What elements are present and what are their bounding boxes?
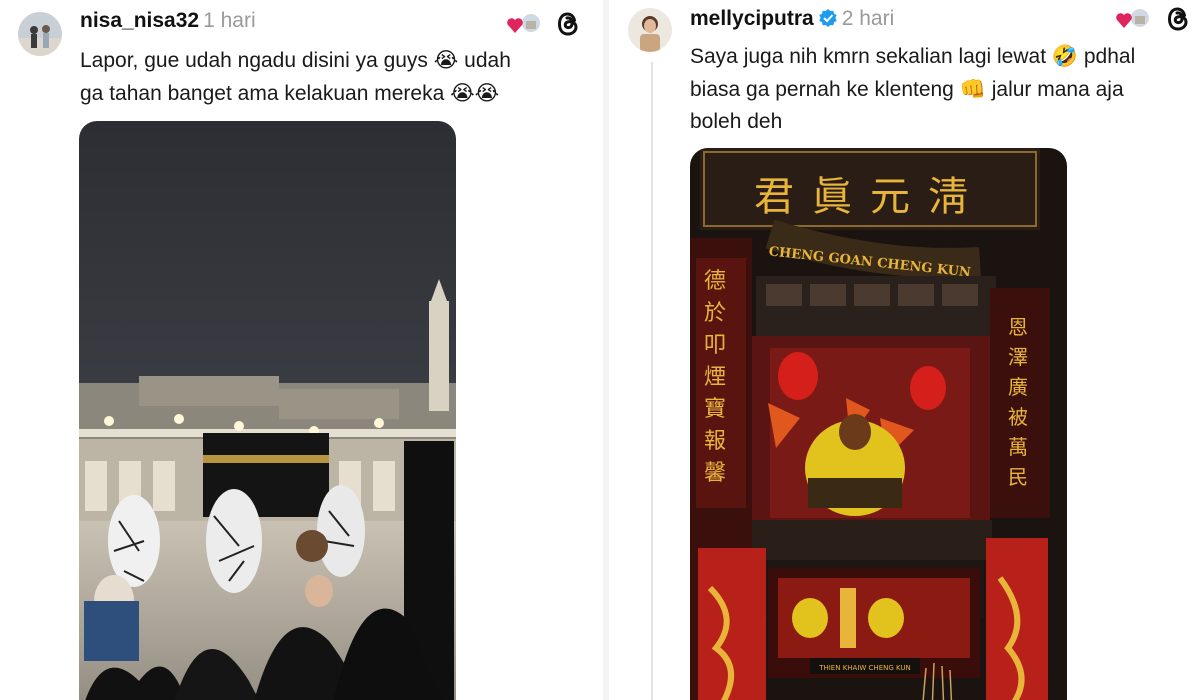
panel-divider [603, 0, 609, 700]
post-body: Lapor, gue udah ngadu disini ya guys 😭 u… [80, 44, 511, 110]
laughing-emoji: 🤣 [1051, 44, 1079, 68]
user-avatar[interactable] [628, 8, 672, 52]
post-photo-kaaba[interactable] [79, 121, 456, 700]
post-photo-temple[interactable]: 君眞元淸 CHENG GOAN CHENG KUN 德於叩煙 寶報馨 恩澤廣 被… [690, 148, 1067, 700]
post-text-line: boleh deh [690, 110, 783, 133]
threads-logo-icon[interactable] [1165, 5, 1191, 33]
svg-text:民: 民 [1008, 465, 1028, 489]
heart-reaction-icon [507, 12, 542, 34]
svg-text:寶: 寶 [704, 397, 726, 422]
user-avatar[interactable] [18, 12, 62, 56]
svg-text:澤: 澤 [1008, 345, 1028, 369]
svg-text:恩: 恩 [1008, 315, 1028, 339]
timestamp: 1 hari [203, 9, 256, 32]
svg-text:報: 報 [704, 429, 726, 454]
sob-emoji: 😭 [450, 81, 475, 105]
post-header: nisa_nisa32 1 hari [80, 9, 256, 33]
reaction-indicator[interactable] [1115, 6, 1153, 32]
post-text-line: ga tahan banget ama kelakuan mereka 😭😭 [80, 81, 500, 105]
fist-emoji: 👊 [959, 77, 986, 101]
username[interactable]: nisa_nisa32 [80, 9, 199, 32]
post-text-line: Saya juga nih kmrn sekalian lagi lewat 🤣… [690, 44, 1136, 68]
svg-text:於: 於 [704, 301, 726, 326]
verified-badge-icon [818, 8, 838, 34]
svg-text:叩: 叩 [704, 333, 726, 358]
post-body: Saya juga nih kmrn sekalian lagi lewat 🤣… [690, 40, 1135, 138]
sob-emoji: 😭 [474, 81, 500, 105]
svg-text:萬: 萬 [1008, 435, 1028, 459]
temple-hanzi-title: 君眞元淸 [754, 174, 986, 220]
svg-text:馨: 馨 [704, 461, 726, 486]
svg-text:煙: 煙 [704, 365, 726, 390]
sob-emoji: 😭 [433, 48, 459, 72]
thread-connector-line [651, 62, 653, 700]
altar-plate-text: THIEN KHAIW CHENG KUN [818, 664, 911, 672]
heart-reaction-icon [1116, 7, 1151, 29]
svg-text:德: 德 [704, 269, 726, 294]
username[interactable]: mellyciputra [690, 7, 814, 30]
threads-logo-icon[interactable] [555, 10, 581, 38]
svg-text:被: 被 [1008, 405, 1028, 429]
timestamp: 2 hari [841, 7, 895, 30]
left-post: nisa_nisa32 1 hari Lapor, gue udah ngadu … [0, 0, 600, 700]
post-text-line: Lapor, gue udah ngadu disini ya guys 😭 u… [80, 48, 511, 72]
svg-text:廣: 廣 [1008, 375, 1028, 399]
post-header: mellyciputra 2 hari [690, 7, 894, 34]
reaction-indicator[interactable] [506, 11, 544, 37]
post-text-line: biasa ga pernah ke klenteng 👊 jalur mana… [690, 77, 1124, 101]
